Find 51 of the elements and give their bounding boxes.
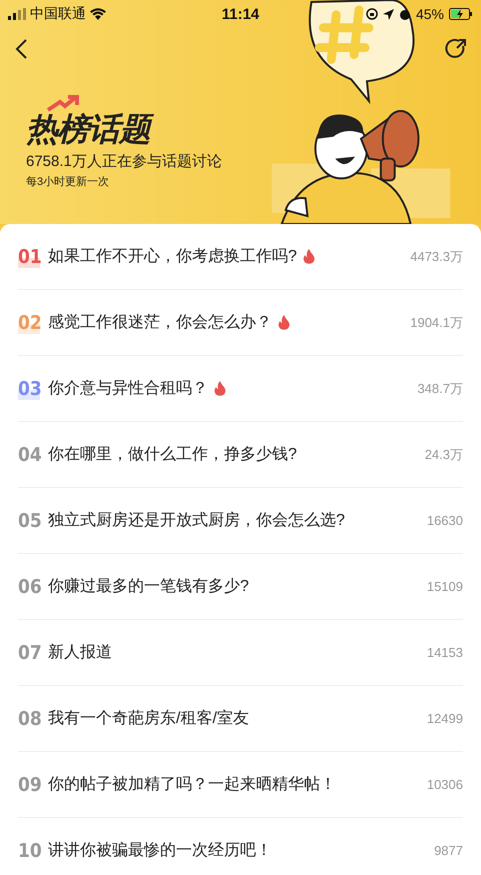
topic-row[interactable]: 08 我有一个奇葩房东/租客/室友 12499	[18, 686, 463, 752]
participant-count: 9877	[434, 843, 463, 858]
topic-title: 独立式厨房还是开放式厨房，你会怎么选?	[48, 510, 345, 531]
rank-number: 06	[18, 576, 43, 598]
rank-number: 08	[18, 708, 43, 730]
participant-count: 348.7万	[417, 380, 463, 398]
signal-icon	[8, 8, 26, 20]
alarm-icon	[398, 8, 411, 20]
battery-percent: 45%	[416, 6, 444, 22]
topic-title: 我有一个奇葩房东/租客/室友	[48, 708, 249, 729]
battery-icon	[449, 8, 474, 20]
topic-title: 你赚过最多的一笔钱有多少?	[48, 576, 249, 597]
rank-number: 05	[18, 510, 43, 532]
participant-count: 10306	[426, 777, 463, 792]
refresh-icon[interactable]	[445, 38, 467, 60]
participant-count: 24.3万	[424, 446, 463, 464]
wifi-icon	[90, 8, 106, 20]
participant-count: 12499	[426, 711, 463, 726]
topic-row[interactable]: 05 独立式厨房还是开放式厨房，你会怎么选? 16630	[18, 488, 463, 554]
rank-number: 07	[18, 642, 43, 664]
participant-count: 4473.3万	[410, 248, 463, 266]
topic-row[interactable]: 04 你在哪里，做什么工作，挣多少钱? 24.3万	[18, 422, 463, 488]
rank-number: 04	[18, 444, 43, 466]
topic-title: 新人报道	[48, 642, 112, 663]
location-icon	[382, 8, 394, 20]
topic-row[interactable]: 03 你介意与异性合租吗？ 348.7万	[18, 356, 463, 422]
topic-row[interactable]: 07 新人报道 14153	[18, 620, 463, 686]
update-note: 每3小时更新一次	[26, 174, 110, 189]
rank-number: 09	[18, 774, 43, 796]
topic-title: 讲讲你被骗最惨的一次经历吧！	[48, 840, 272, 861]
topic-title: 你介意与异性合租吗？	[48, 378, 208, 399]
rank-number: 10	[18, 840, 43, 862]
topic-title: 如果工作不开心，你考虑换工作吗?	[48, 246, 297, 267]
topic-row[interactable]: 09 你的帖子被加精了吗？一起来晒精华帖！ 10306	[18, 752, 463, 818]
topic-row[interactable]: 10 讲讲你被骗最惨的一次经历吧！ 9877	[18, 818, 463, 875]
trend-arrow-icon	[46, 94, 80, 112]
back-icon[interactable]	[14, 38, 28, 60]
participant-count: 16630	[426, 513, 463, 528]
topic-row[interactable]: 02 感觉工作很迷茫，你会怎么办？ 1904.1万	[18, 290, 463, 356]
participant-count: 6758.1万人正在参与话题讨论	[26, 152, 222, 171]
carrier-name: 中国联通	[30, 5, 86, 23]
topic-title: 你的帖子被加精了吗？一起来晒精华帖！	[48, 774, 336, 795]
topic-row[interactable]: 01 如果工作不开心，你考虑换工作吗? 4473.3万	[18, 224, 463, 290]
participant-count: 1904.1万	[410, 314, 463, 332]
status-time: 11:14	[222, 6, 260, 22]
participant-count: 14153	[426, 645, 463, 660]
participant-count: 15109	[426, 579, 463, 594]
topic-title: 你在哪里，做什么工作，挣多少钱?	[48, 444, 297, 465]
topic-row[interactable]: 06 你赚过最多的一笔钱有多少? 15109	[18, 554, 463, 620]
topic-title: 感觉工作很迷茫，你会怎么办？	[48, 312, 272, 333]
lock-rotation-icon	[366, 8, 378, 20]
